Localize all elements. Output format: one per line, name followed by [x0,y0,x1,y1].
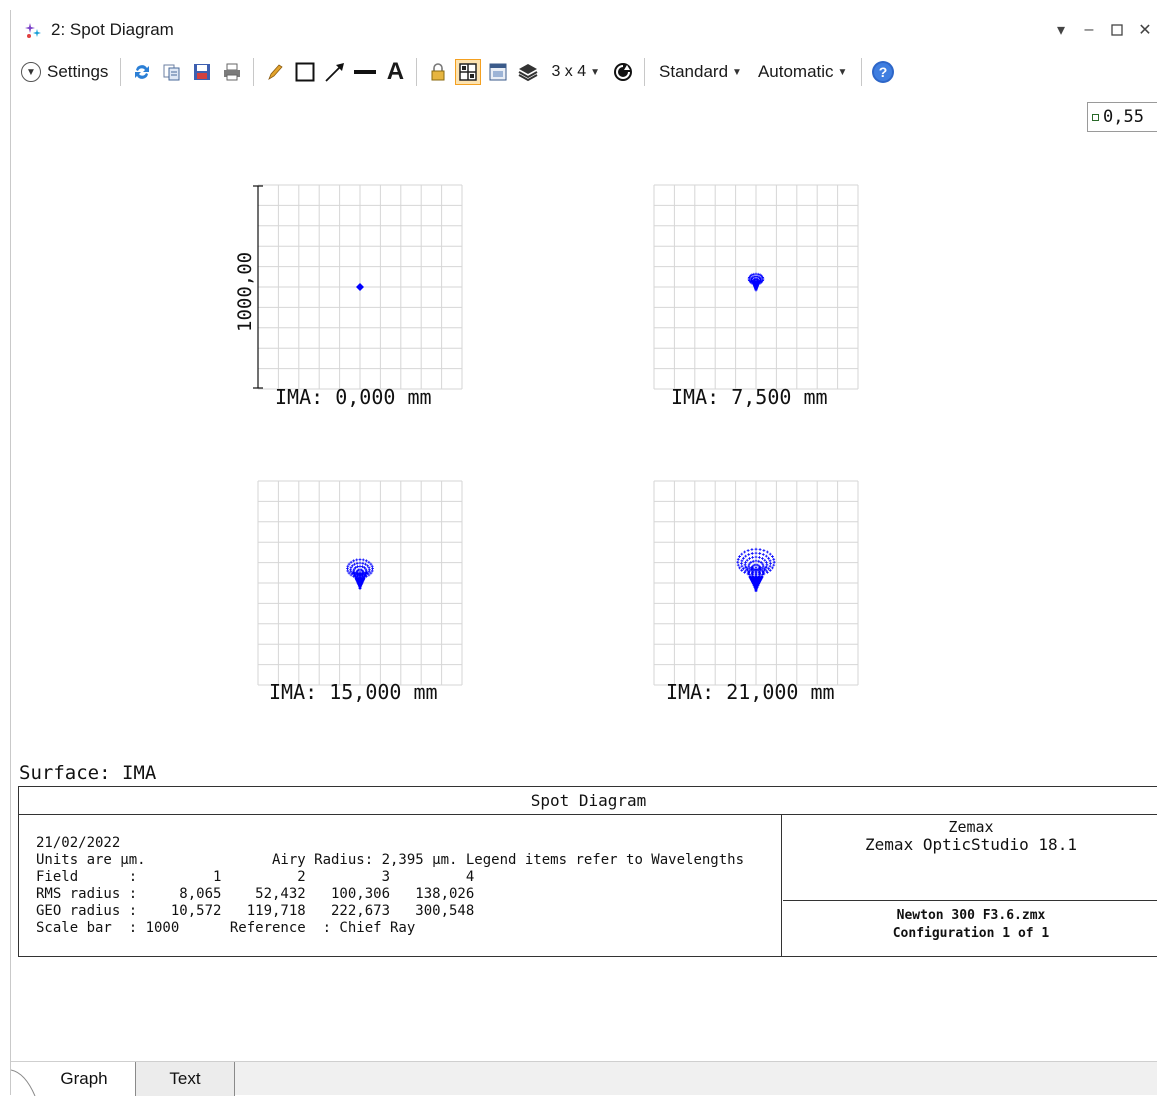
surface-label: Surface: IMA [19,762,157,784]
info-title: Spot Diagram [19,787,1157,815]
plot-label-field-3: IMA: 15,000 mm [269,680,438,704]
file-name: Newton 300 F3.6.zmx [896,908,1046,923]
tab-text-label: Text [169,1069,201,1088]
company-name: Zemax [948,818,994,836]
bottom-tab-bar: Graph Text [11,1061,1157,1096]
spot-pattern-field-4 [736,547,776,592]
plot-label-field-1: IMA: 0,000 mm [275,385,432,409]
plot-label-field-2: IMA: 7,500 mm [671,385,828,409]
spot-diagram-window: 2: Spot Diagram ▾ – ✕ ▼ Settings A 3 x 4… [10,10,1157,1096]
tab-text[interactable]: Text [135,1062,235,1096]
scale-bar-label: 1000,00 [234,252,256,332]
info-stats-cell: 21/02/2022 Units are µm. Airy Radius: 2,… [19,815,782,956]
tab-graph-label: Graph [60,1069,108,1088]
configuration-text: Configuration 1 of 1 [892,926,1050,941]
plot-label-field-4: IMA: 21,000 mm [666,680,835,704]
tab-graph[interactable]: Graph [11,1062,135,1096]
info-stats-text: 21/02/2022 Units are µm. Airy Radius: 2,… [36,835,745,936]
info-file-cell: Newton 300 F3.6.zmx Configuration 1 of 1 [783,902,1157,956]
info-table: Spot Diagram 21/02/2022 Units are µm. Ai… [18,786,1157,957]
info-company-cell: Zemax Zemax OpticStudio 18.1 [783,815,1157,901]
spot-diagram-plots: 1000,00 [234,184,859,686]
spot-pattern-field-1 [356,283,364,291]
spot-pattern-field-2 [747,272,765,292]
product-name: Zemax OpticStudio 18.1 [865,835,1077,854]
